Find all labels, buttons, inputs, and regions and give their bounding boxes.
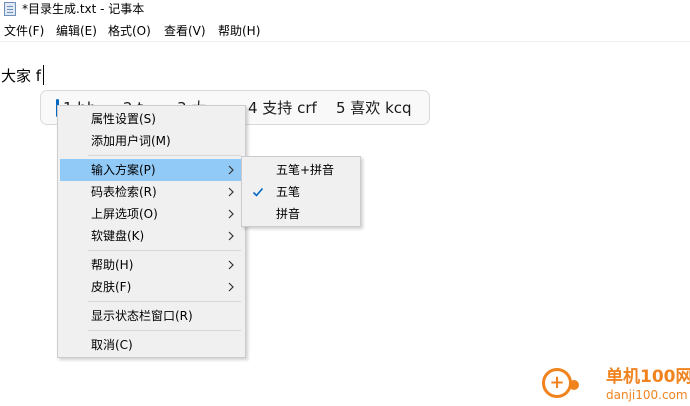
candidate-4[interactable]: 4 支持 crf — [248, 98, 317, 118]
menu-item-soft-keyboard[interactable]: 软键盘(K) — [60, 225, 243, 247]
menu-view[interactable]: 查看(V) — [164, 24, 206, 39]
chevron-right-icon — [228, 165, 234, 175]
watermark-plus-icon — [542, 368, 572, 398]
watermark-logo: 单机100网 danji100.com — [542, 365, 690, 406]
ime-context-menu: 属性设置(S) 添加用户词(M) 输入方案(P) 码表检索(R) 上屏选项(O)… — [57, 105, 246, 358]
menu-item-cancel[interactable]: 取消(C) — [60, 334, 243, 356]
title-bar: *目录生成.txt - 记事本 — [0, 0, 690, 19]
menu-bar: 文件(F) 编辑(E) 格式(O) 查看(V) 帮助(H) — [0, 22, 690, 41]
menu-separator — [88, 330, 241, 331]
submenu-item-label: 拼音 — [276, 207, 301, 221]
watermark-name: 单机100网 — [606, 367, 690, 387]
menu-item-label: 取消(C) — [91, 338, 133, 352]
menu-item-label: 添加用户词(M) — [91, 134, 171, 148]
menu-item-label: 软键盘(K) — [91, 229, 145, 243]
submenu-item-pinyin[interactable]: 拼音 — [244, 203, 358, 225]
notepad-icon — [4, 2, 16, 16]
chevron-right-icon — [228, 187, 234, 197]
menu-item-label: 输入方案(P) — [91, 163, 156, 177]
menu-item-commit-options[interactable]: 上屏选项(O) — [60, 203, 243, 225]
menu-item-label: 码表检索(R) — [91, 185, 157, 199]
submenu-item-label: 五笔+拼音 — [276, 163, 335, 177]
submenu-item-label: 五笔 — [276, 185, 301, 199]
menu-item-table-lookup[interactable]: 码表检索(R) — [60, 181, 243, 203]
menu-item-properties[interactable]: 属性设置(S) — [60, 108, 243, 130]
editor-text: 大家 f — [1, 67, 42, 85]
chevron-right-icon — [228, 260, 234, 270]
checkmark-icon — [252, 187, 264, 197]
submenu-item-wubi-pinyin[interactable]: 五笔+拼音 — [244, 159, 358, 181]
chevron-right-icon — [228, 209, 234, 219]
window-title: *目录生成.txt - 记事本 — [22, 2, 145, 16]
submenu-item-wubi[interactable]: 五笔 — [244, 181, 358, 203]
text-caret — [43, 65, 44, 85]
watermark-url: danji100.com — [606, 388, 688, 402]
chevron-right-icon — [228, 282, 234, 292]
menu-item-add-user-word[interactable]: 添加用户词(M) — [60, 130, 243, 152]
input-scheme-submenu: 五笔+拼音 五笔 拼音 — [241, 156, 361, 227]
menu-format[interactable]: 格式(O) — [108, 24, 151, 39]
menu-file[interactable]: 文件(F) — [4, 24, 44, 39]
menu-item-skin[interactable]: 皮肤(F) — [60, 276, 243, 298]
menu-item-label: 帮助(H) — [91, 258, 134, 272]
menu-edit[interactable]: 编辑(E) — [56, 24, 97, 39]
menu-separator — [88, 250, 241, 251]
menu-item-label: 属性设置(S) — [91, 112, 156, 126]
candidate-5[interactable]: 5 喜欢 kcq — [336, 98, 412, 118]
menu-separator — [88, 301, 241, 302]
menu-item-input-scheme[interactable]: 输入方案(P) — [60, 159, 243, 181]
menu-separator — [88, 155, 241, 156]
menu-item-label: 上屏选项(O) — [91, 207, 158, 221]
menu-item-help[interactable]: 帮助(H) — [60, 254, 243, 276]
chevron-right-icon — [228, 231, 234, 241]
menu-item-label: 皮肤(F) — [91, 280, 132, 294]
watermark-dot — [569, 380, 579, 390]
menu-item-label: 显示状态栏窗口(R) — [91, 309, 193, 323]
menu-help[interactable]: 帮助(H) — [218, 24, 260, 39]
menu-item-show-status-window[interactable]: 显示状态栏窗口(R) — [60, 305, 243, 327]
